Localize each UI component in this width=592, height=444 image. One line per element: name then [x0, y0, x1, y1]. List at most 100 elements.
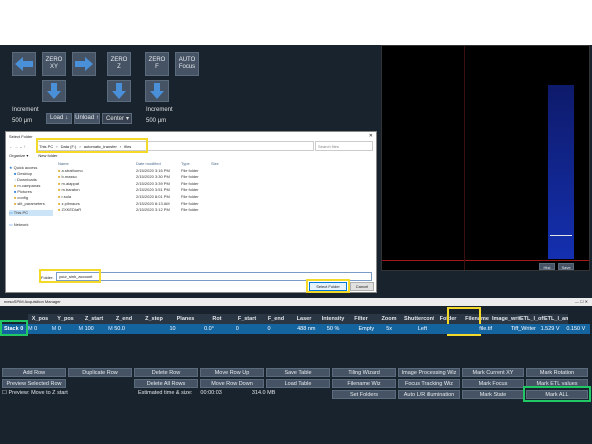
zero-xy-button[interactable]: ZERO XY [42, 52, 66, 76]
search-input[interactable]: Search files [315, 141, 373, 151]
list-item[interactable]: ■ r.sola 2/15/2020 8:01 PM File folder [56, 194, 374, 201]
folder-icon: ■ [58, 167, 61, 173]
save-table-button[interactable]: Save Table [266, 368, 330, 377]
column-header[interactable]: Rot [202, 314, 232, 324]
column-header[interactable]: F_end [262, 314, 290, 324]
table-header: X_pos Y_pos Z_start Z_end Z_step Planes … [28, 314, 590, 324]
move-x-right-button[interactable] [72, 52, 96, 76]
mark-focus-button[interactable]: Mark Focus [462, 379, 524, 388]
column-header-name[interactable]: Name [56, 161, 136, 168]
column-header[interactable]: Shutterconfig [404, 314, 434, 324]
search-placeholder: Search files [318, 143, 339, 149]
list-item[interactable]: ■ ZXKEDIaR 2/15/2020 3:12 PM File folder [56, 207, 374, 214]
tree-item-this-pc[interactable]: ▭ This PC [9, 210, 53, 216]
table-row[interactable]: M 0 M 0 M 100 M 50.0 10 0.0° 0 0 488 nm … [28, 324, 590, 334]
window-controls-icon[interactable]: — ☐ ✕ [575, 299, 588, 304]
histogram-bar [548, 85, 574, 259]
folder-icon: ■ [14, 201, 17, 206]
file-list-header: Name Date modified Type Size [56, 161, 374, 168]
hist-button[interactable]: Hist [539, 263, 555, 270]
zero-z-button[interactable]: ZERO Z [107, 52, 131, 76]
column-header[interactable]: Z_start [79, 314, 109, 324]
viewer-crosshair-line [382, 260, 589, 261]
column-header[interactable]: ETL_l_amp [544, 314, 568, 324]
folder-icon: ■ [58, 193, 61, 199]
image-processing-wizard-button[interactable]: Image Processing Wiz [398, 368, 460, 377]
load-button[interactable]: Load ↓ [46, 113, 72, 124]
column-header-size[interactable]: Size [211, 161, 241, 168]
row-label-highlight [0, 320, 28, 336]
move-row-up-button[interactable]: Move Row Up [200, 368, 264, 377]
auto-focus-button[interactable]: AUTO Focus [175, 52, 199, 76]
preview-selected-row-button[interactable]: Preview Selected Row [2, 379, 66, 388]
arrow-down-icon [150, 83, 164, 99]
nav-arrows-icon[interactable]: ← → ⌄ ↑ [9, 144, 26, 149]
set-folders-button[interactable]: Set Folders [332, 390, 396, 399]
organize-button[interactable]: Organize ▾ [9, 153, 28, 158]
mark-current-xy-button[interactable]: Mark Current XY [462, 368, 524, 377]
computer-icon: ▭ [9, 210, 13, 215]
filename-wizard-button[interactable]: Filename Wiz [332, 379, 396, 388]
list-item[interactable]: ■ a.strathomo 2/15/2020 3:16 PM File folde… [56, 168, 374, 175]
list-item[interactable]: ■ z.plimaurs 2/15/2020 8:13 AM File folder [56, 201, 374, 208]
column-header[interactable]: Zoom [374, 314, 404, 324]
center-combo[interactable]: Center ▾ [102, 113, 132, 124]
folder-icon: ■ [58, 207, 61, 213]
add-row-button[interactable]: Add Row [2, 368, 66, 377]
move-z-down-button[interactable] [107, 80, 131, 102]
preview-status: ☐ Preview: Move to Z start [2, 390, 68, 396]
new-folder-button[interactable]: New folder [38, 153, 57, 158]
column-header-date[interactable]: Date modified [136, 161, 181, 168]
focus-tracking-wizard-button[interactable]: Focus Tracking Wiz [398, 379, 460, 388]
tree-item-slit-parameters[interactable]: ■ slit_parameters [9, 201, 53, 207]
list-item[interactable]: ■ b.masso 2/15/2020 3:30 PM File folder [56, 174, 374, 181]
dialog-toolbar: Organize ▾ New folder [9, 153, 57, 158]
folder-icon: ■ [58, 174, 61, 180]
column-header[interactable]: Image_writer_plugin [492, 314, 520, 324]
move-y-down-button[interactable] [42, 80, 66, 102]
column-header-type[interactable]: Type [181, 161, 211, 168]
increment-label-focus: Increment [146, 107, 173, 113]
move-row-down-button[interactable]: Move Row Down [200, 379, 264, 388]
auto-lr-illumination-button[interactable]: Auto L/R illumination [398, 390, 460, 399]
increment-value-focus[interactable]: 500 µm [146, 118, 166, 124]
column-header[interactable]: Z_end [109, 314, 139, 324]
estimate-size: 314.0 MB [251, 390, 276, 396]
window-title: mesoSPIM Acquisition Manager [4, 299, 61, 304]
mark-rotation-button[interactable]: Mark Rotation [526, 368, 588, 377]
duplicate-row-button[interactable]: Duplicate Row [68, 368, 132, 377]
column-header[interactable]: Intensity [318, 314, 348, 324]
chevron-down-icon: ▾ [126, 116, 130, 122]
mark-state-button[interactable]: Mark State [462, 390, 524, 399]
column-header[interactable]: Filter [348, 314, 374, 324]
delete-row-button[interactable]: Delete Row [134, 368, 198, 377]
zero-f-button[interactable]: ZERO F [145, 52, 169, 76]
title-bar: mesoSPIM Acquisition Manager — ☐ ✕ [0, 298, 592, 306]
arrow-right-icon [75, 57, 93, 71]
column-header[interactable]: ETL_l_offset [520, 314, 544, 324]
column-header[interactable]: F_start [232, 314, 262, 324]
tree-item-network[interactable]: ▭ Network [9, 222, 53, 228]
select-folder-highlight [306, 279, 350, 293]
column-header[interactable]: Z_step [139, 314, 169, 324]
load-table-button[interactable]: Load Table [266, 379, 330, 388]
column-header[interactable]: X_pos [28, 314, 52, 324]
column-header[interactable]: Y_pos [52, 314, 79, 324]
list-item[interactable]: ■ m.alappat 2/15/2020 3:39 PM File folder [56, 181, 374, 188]
move-f-down-button[interactable] [145, 80, 169, 102]
move-x-left-button[interactable] [12, 52, 36, 76]
save-image-button[interactable]: Save [558, 263, 574, 270]
estimate-status: Estimated time & size: 00:00:03 314.0 MB [138, 390, 275, 396]
close-icon[interactable]: ✕ [369, 133, 373, 139]
column-header[interactable]: Planes [169, 314, 202, 324]
list-item[interactable]: ■ m.baraton 2/15/2020 3:51 PM File folder [56, 187, 374, 194]
unload-button[interactable]: Unload ↑ [74, 113, 100, 124]
cancel-button[interactable]: Cancel [350, 282, 374, 291]
delete-all-rows-button[interactable]: Delete All Rows [134, 379, 198, 388]
checkbox-icon[interactable]: ☐ [2, 390, 7, 396]
arrow-down-icon [47, 83, 61, 99]
increment-value[interactable]: 500 µm [12, 118, 32, 124]
tiling-wizard-button[interactable]: Tiling Wizard [332, 368, 396, 377]
column-header[interactable]: Laser [290, 314, 318, 324]
file-list: Name Date modified Type Size ■ a.stratho… [56, 161, 374, 214]
